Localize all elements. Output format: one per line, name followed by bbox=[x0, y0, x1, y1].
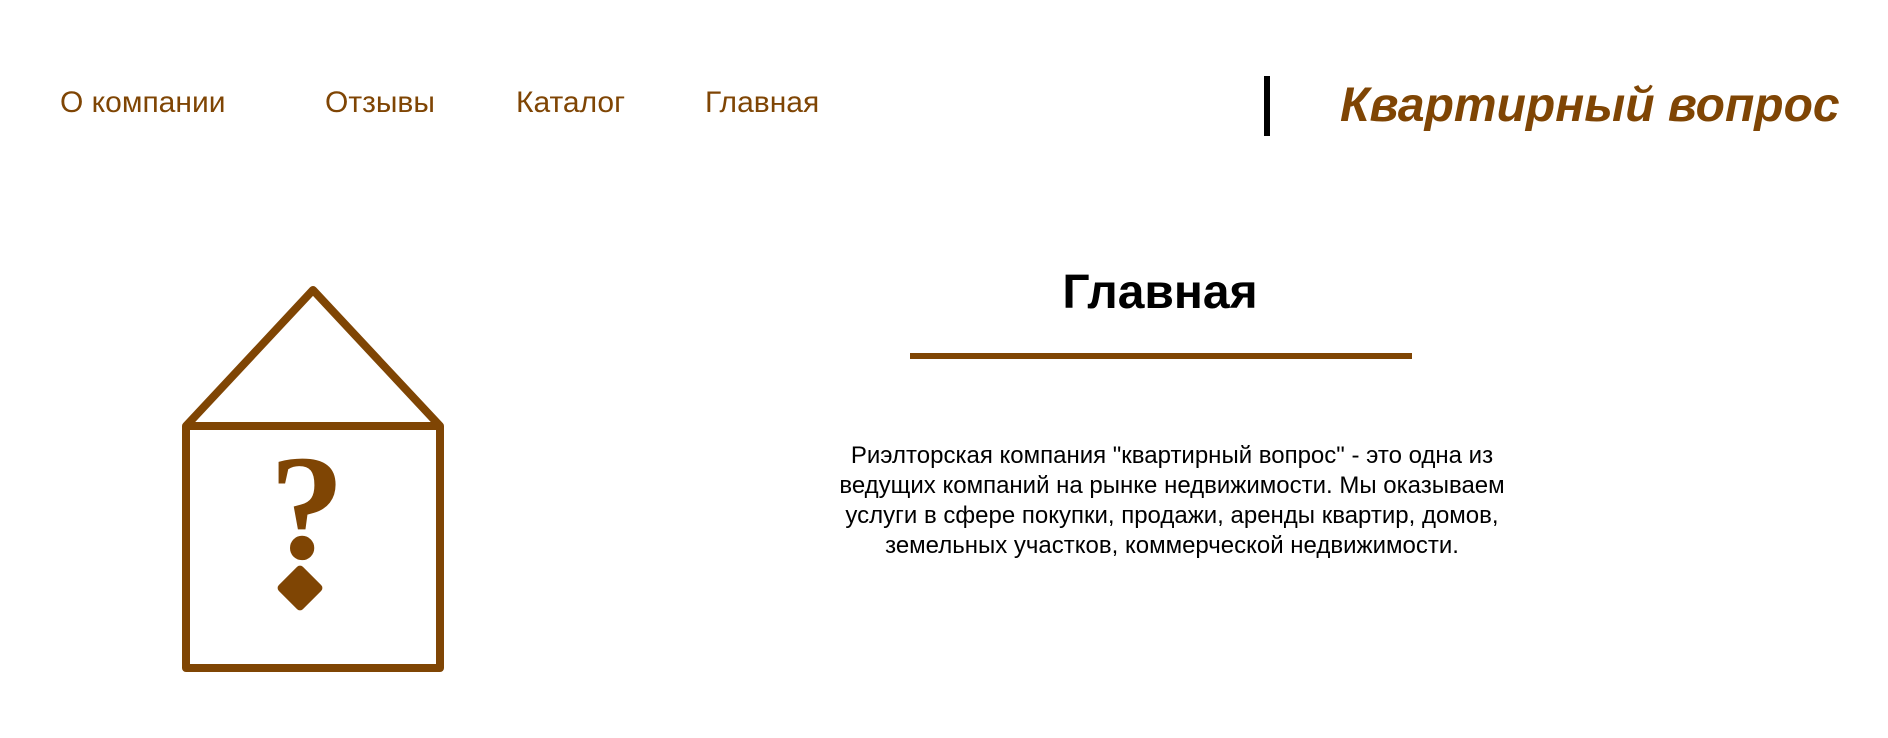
nav-link-home[interactable]: Главная bbox=[705, 88, 819, 118]
house-question-icon: ? bbox=[182, 286, 444, 672]
title-underline bbox=[910, 353, 1412, 359]
page-title: Главная bbox=[1062, 266, 1258, 319]
nav-link-about[interactable]: О компании bbox=[60, 88, 225, 118]
intro-text: Риэлторская компания "квартирный вопрос"… bbox=[839, 442, 1505, 559]
nav-link-reviews[interactable]: Отзывы bbox=[325, 88, 435, 118]
header-divider bbox=[1264, 76, 1270, 136]
nav-link-catalog[interactable]: Каталог bbox=[516, 88, 625, 118]
brand-title[interactable]: Квартирный вопрос bbox=[1340, 79, 1840, 133]
question-mark-icon: ? bbox=[270, 425, 345, 591]
